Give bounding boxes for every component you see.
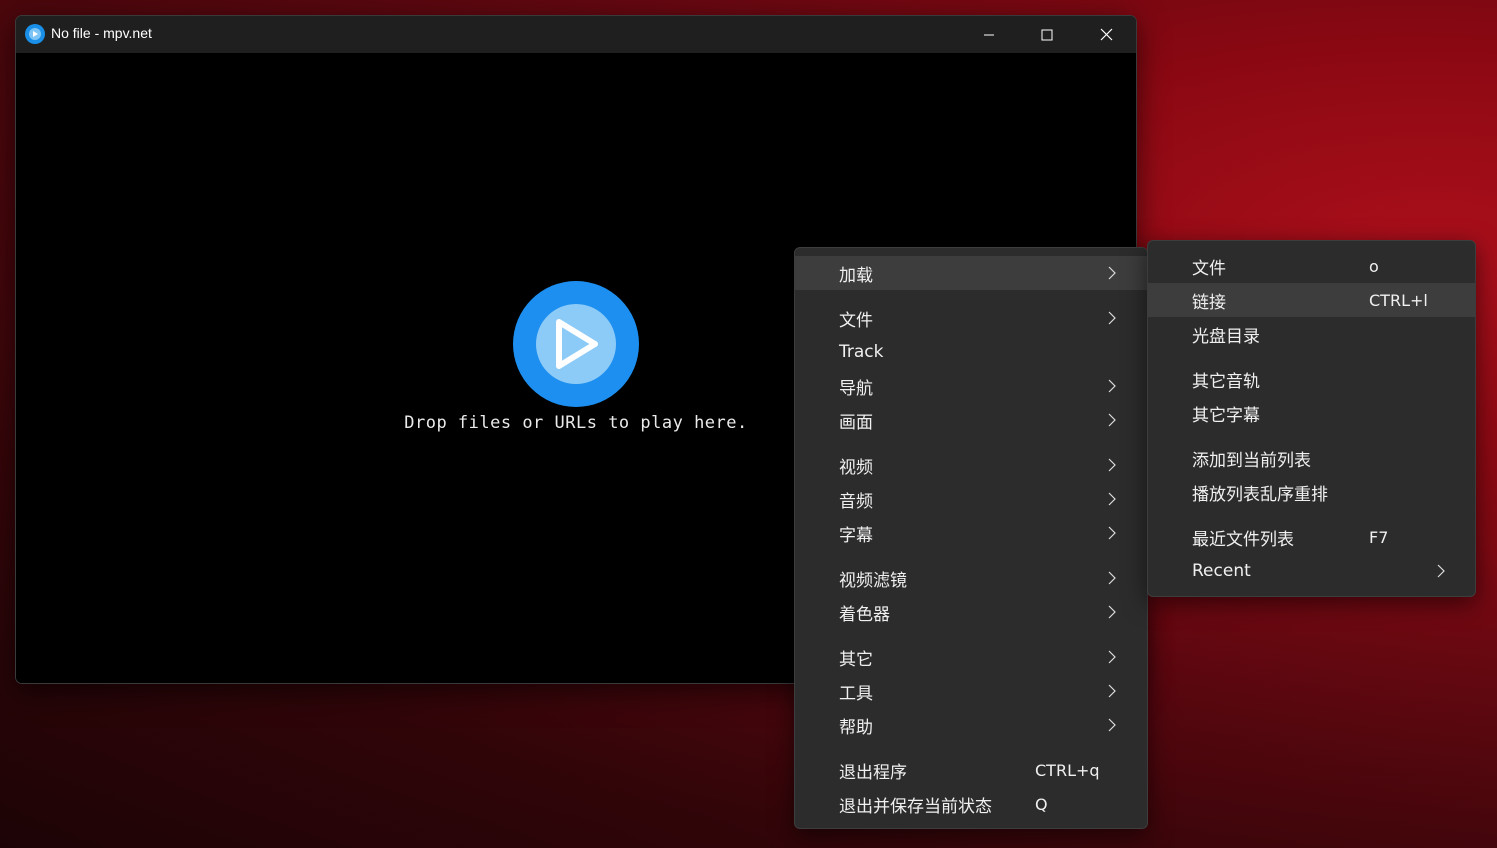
- menu-item-label: Track: [839, 342, 884, 362]
- chevron-right-icon: [1108, 492, 1116, 506]
- menu-item-label: 着色器: [839, 604, 890, 625]
- menu-item-label: 其它字幕: [1192, 405, 1260, 426]
- chevron-right-icon: [1108, 458, 1116, 472]
- menu-item-shortcut: Q: [1035, 794, 1048, 814]
- menu-item-label: 其它: [839, 649, 873, 670]
- chevron-right-icon: [1108, 413, 1116, 427]
- menu-item-label: Recent: [1192, 561, 1251, 581]
- menu-item-label: 工具: [839, 683, 873, 704]
- menu-item-picture[interactable]: 画面: [795, 403, 1147, 437]
- window-title: No file - mpv.net: [51, 25, 152, 41]
- close-icon: [1100, 28, 1112, 41]
- menu-item-file[interactable]: 文件: [795, 301, 1147, 335]
- chevron-right-icon: [1437, 564, 1445, 578]
- chevron-right-icon: [1108, 526, 1116, 540]
- menu-item-tools[interactable]: 工具: [795, 674, 1147, 708]
- menu-item-label: 播放列表乱序重排: [1192, 484, 1328, 505]
- submenu-item-recent[interactable]: Recent: [1148, 554, 1475, 588]
- chevron-right-icon: [1108, 266, 1116, 280]
- menu-item-label: 退出程序: [839, 762, 907, 783]
- menu-item-track[interactable]: Track: [795, 335, 1147, 369]
- menu-item-shortcut: o: [1369, 256, 1379, 276]
- menu-item-label: 画面: [839, 412, 873, 433]
- chevron-right-icon: [1108, 684, 1116, 698]
- maximize-button[interactable]: [1018, 16, 1076, 53]
- chevron-right-icon: [1108, 650, 1116, 664]
- maximize-icon: [1041, 29, 1053, 40]
- menu-item-label: 加载: [839, 265, 873, 286]
- chevron-right-icon: [1108, 379, 1116, 393]
- menu-item-video[interactable]: 视频: [795, 448, 1147, 482]
- drop-hint: Drop files or URLs to play here.: [404, 413, 748, 433]
- menu-item-exit[interactable]: 退出程序 CTRL+q: [795, 753, 1147, 787]
- menu-item-label: 添加到当前列表: [1192, 450, 1311, 471]
- menu-item-label: 退出并保存当前状态: [839, 796, 992, 817]
- menu-item-label: 文件: [1192, 258, 1226, 279]
- minimize-button[interactable]: [960, 16, 1018, 53]
- title-bar[interactable]: No file - mpv.net: [16, 16, 1136, 53]
- menu-item-subtitle[interactable]: 字幕: [795, 516, 1147, 550]
- submenu-item-disc-folder[interactable]: 光盘目录: [1148, 317, 1475, 351]
- menu-item-label: 导航: [839, 378, 873, 399]
- submenu-item-recent-files[interactable]: 最近文件列表 F7: [1148, 520, 1475, 554]
- chevron-right-icon: [1108, 571, 1116, 585]
- menu-item-label: 光盘目录: [1192, 326, 1260, 347]
- menu-item-label: 文件: [839, 310, 873, 331]
- play-logo-icon: [513, 281, 639, 407]
- menu-item-navigate[interactable]: 导航: [795, 369, 1147, 403]
- close-button[interactable]: [1077, 16, 1135, 53]
- chevron-right-icon: [1108, 605, 1116, 619]
- submenu-item-url[interactable]: 链接 CTRL+l: [1148, 283, 1475, 317]
- menu-item-label: 音频: [839, 491, 873, 512]
- menu-item-label: 帮助: [839, 717, 873, 738]
- submenu-item-external-subtitle[interactable]: 其它字幕: [1148, 396, 1475, 430]
- menu-item-shortcut: CTRL+l: [1369, 290, 1428, 310]
- minimize-icon: [984, 34, 994, 35]
- load-submenu: 文件 o 链接 CTRL+l 光盘目录 其它音轨 其它字幕 添加到当前列表 播放…: [1147, 240, 1476, 597]
- submenu-item-external-audio[interactable]: 其它音轨: [1148, 362, 1475, 396]
- menu-item-help[interactable]: 帮助: [795, 708, 1147, 742]
- submenu-item-shuffle-playlist[interactable]: 播放列表乱序重排: [1148, 475, 1475, 509]
- mpv-app-icon: [25, 24, 45, 44]
- menu-item-shortcut: F7: [1369, 527, 1389, 547]
- menu-item-exit-save[interactable]: 退出并保存当前状态 Q: [795, 787, 1147, 821]
- menu-item-load[interactable]: 加载: [795, 256, 1147, 290]
- submenu-item-add-to-playlist[interactable]: 添加到当前列表: [1148, 441, 1475, 475]
- menu-item-video-filters[interactable]: 视频滤镜: [795, 561, 1147, 595]
- menu-item-shaders[interactable]: 着色器: [795, 595, 1147, 629]
- chevron-right-icon: [1108, 718, 1116, 732]
- menu-item-label: 视频: [839, 457, 873, 478]
- menu-item-audio[interactable]: 音频: [795, 482, 1147, 516]
- menu-item-label: 最近文件列表: [1192, 529, 1294, 550]
- menu-item-label: 链接: [1192, 292, 1226, 313]
- menu-item-other[interactable]: 其它: [795, 640, 1147, 674]
- submenu-item-file[interactable]: 文件 o: [1148, 249, 1475, 283]
- chevron-right-icon: [1108, 311, 1116, 325]
- menu-item-label: 视频滤镜: [839, 570, 907, 591]
- context-menu: 加载 文件 Track 导航 画面 视频 音频 字幕 视频滤镜 着色器 其它 工: [794, 247, 1148, 829]
- menu-item-shortcut: CTRL+q: [1035, 760, 1100, 780]
- menu-item-label: 其它音轨: [1192, 371, 1260, 392]
- menu-item-label: 字幕: [839, 525, 873, 546]
